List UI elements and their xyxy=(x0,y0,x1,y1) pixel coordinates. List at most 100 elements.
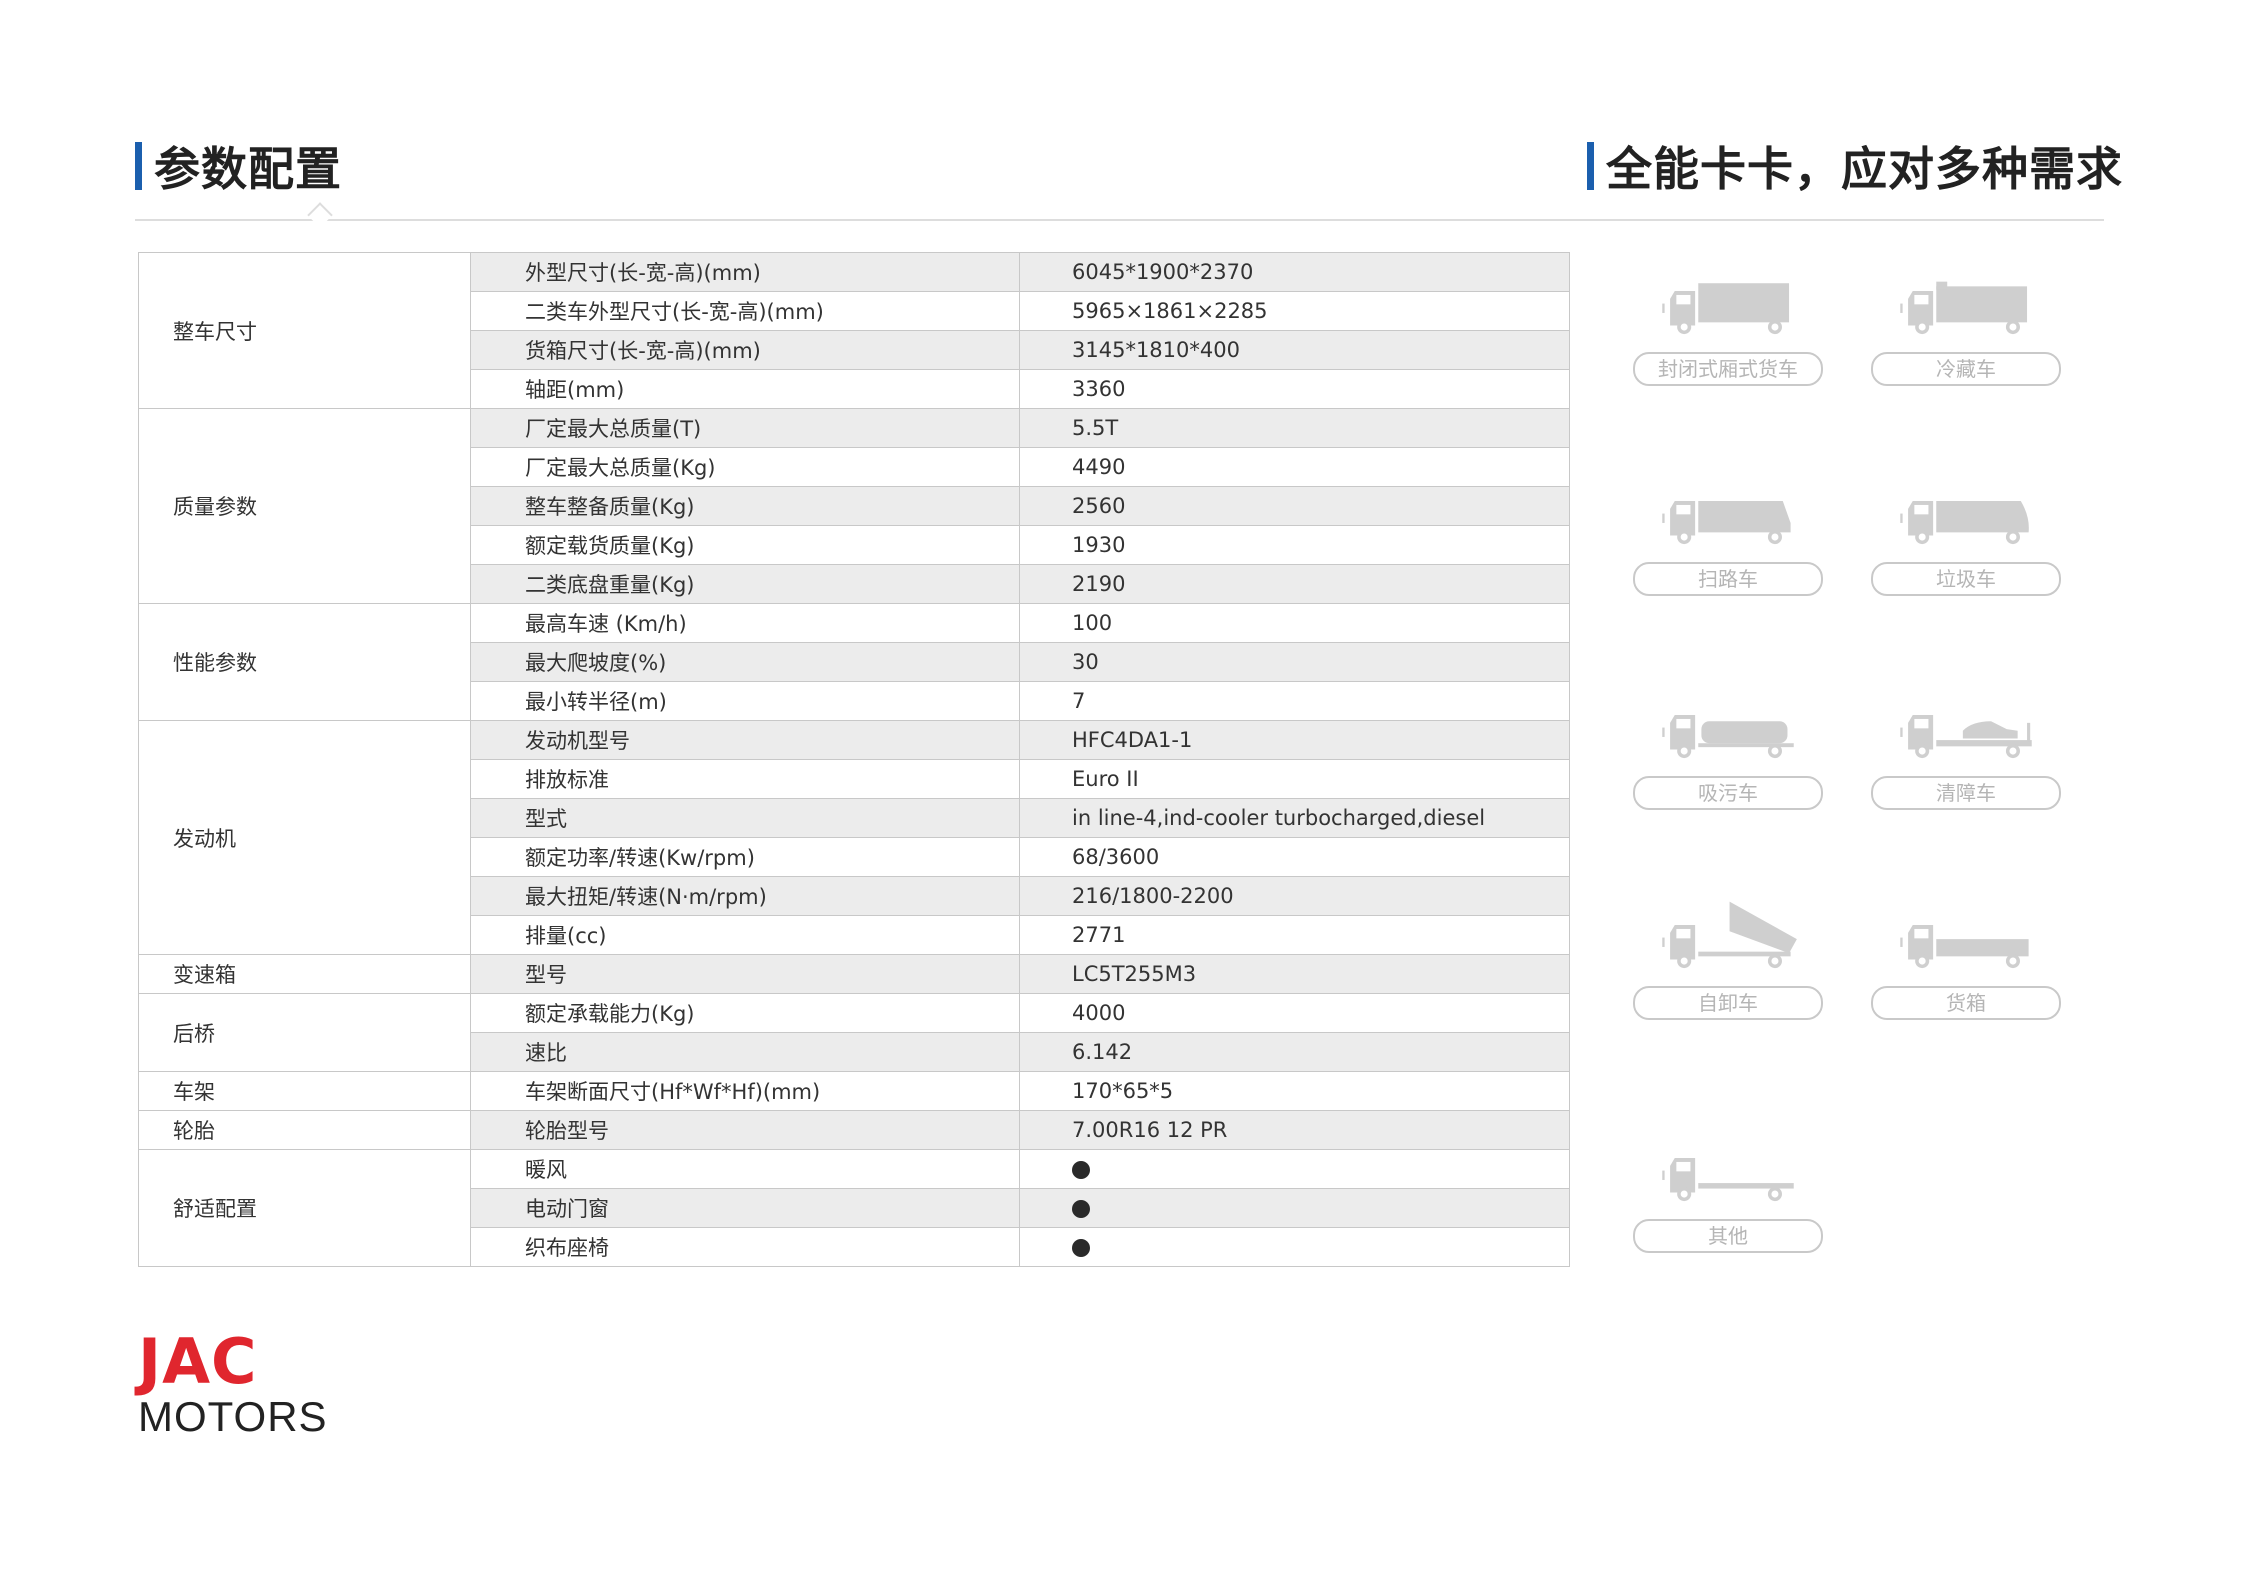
value-cell: 2771 xyxy=(1019,915,1570,955)
param-cell: 最大扭矩/转速(N·m/rpm) xyxy=(470,876,1020,916)
category-cell: 舒适配置 xyxy=(138,1149,471,1267)
section-title-slogan: 全能卡卡，应对多种需求 xyxy=(1587,138,2123,196)
category-cell: 变速箱 xyxy=(138,954,471,994)
street-sweeper-icon xyxy=(1662,501,1791,545)
vehicle-label: 封闭式厢式货车 xyxy=(1633,352,1823,386)
param-cell: 二类车外型尺寸(长-宽-高)(mm) xyxy=(470,291,1020,331)
param-cell: 轴距(mm) xyxy=(470,369,1020,409)
category-cell: 发动机 xyxy=(138,720,471,955)
param-cell: 货箱尺寸(长-宽-高)(mm) xyxy=(470,330,1020,370)
section-title-params: 参数配置 xyxy=(135,138,342,196)
value-cell: 4490 xyxy=(1019,447,1570,487)
category-cell: 后桥 xyxy=(138,993,471,1072)
table-row: 性能参数 最高车速 (Km/h) 100 xyxy=(138,603,1570,721)
param-cell: 额定功率/转速(Kw/rpm) xyxy=(470,837,1020,877)
title-accent-bar xyxy=(135,142,142,190)
param-cell: 车架断面尺寸(Hf*Wf*Hf)(mm) xyxy=(470,1071,1020,1111)
standard-feature-dot: ● xyxy=(1072,1239,1090,1257)
vehicle-label: 垃圾车 xyxy=(1871,562,2061,596)
table-row: 轮胎 轮胎型号 7.00R16 12 PR xyxy=(138,1110,1570,1150)
value-cell: 3145*1810*400 xyxy=(1019,330,1570,370)
table-row: 整车尺寸 外型尺寸(长-宽-高)(mm) 6045*1900*2370 xyxy=(138,252,1570,409)
param-cell: 最小转半径(m) xyxy=(470,681,1020,721)
vehicle-label: 冷藏车 xyxy=(1871,352,2061,386)
param-cell: 厂定最大总质量(Kg) xyxy=(470,447,1020,487)
dump-truck-icon xyxy=(1662,901,1797,969)
value-cell: 3360 xyxy=(1019,369,1570,409)
vehicle-card: 封闭式厢式货车 xyxy=(1633,266,1823,386)
param-cell: 轮胎型号 xyxy=(470,1110,1020,1150)
vehicle-card: 其他 xyxy=(1633,1133,1823,1253)
value-cell: 1930 xyxy=(1019,525,1570,565)
param-cell: 外型尺寸(长-宽-高)(mm) xyxy=(470,252,1020,292)
param-cell: 额定载货质量(Kg) xyxy=(470,525,1020,565)
value-cell: 6045*1900*2370 xyxy=(1019,252,1570,292)
param-cell: 额定承载能力(Kg) xyxy=(470,993,1020,1033)
value-cell: 5965×1861×2285 xyxy=(1019,291,1570,331)
standard-feature-dot: ● xyxy=(1072,1200,1090,1218)
table-row: 舒适配置暖风 ● xyxy=(138,1149,1570,1267)
header-divider-notch xyxy=(307,202,333,228)
value-cell: Euro II xyxy=(1019,759,1570,799)
value-cell: 5.5T xyxy=(1019,408,1570,448)
vehicle-label: 扫路车 xyxy=(1633,562,1823,596)
spec-table: 整车尺寸 外型尺寸(长-宽-高)(mm) 6045*1900*2370 二类车外型尺寸… xyxy=(138,252,1570,1267)
tanker-truck-icon xyxy=(1662,715,1794,759)
value-cell: in line-4,ind-cooler turbocharged,diesel xyxy=(1019,798,1570,838)
value-cell: ● xyxy=(1019,1149,1570,1189)
value-cell: 68/3600 xyxy=(1019,837,1570,877)
standard-feature-dot: ● xyxy=(1072,1161,1090,1179)
value-cell: 30 xyxy=(1019,642,1570,682)
page-title: 参数配置 xyxy=(154,142,342,196)
jac-motors-logo: JAC MOTORS xyxy=(138,1330,328,1440)
param-cell: 二类底盘重量(Kg) xyxy=(470,564,1020,604)
table-row: 后桥 额定承载能力(Kg) 4000 xyxy=(138,993,1570,1072)
param-cell: 最大爬坡度(%) xyxy=(470,642,1020,682)
category-cell: 车架 xyxy=(138,1071,471,1111)
vehicle-card: 扫路车 xyxy=(1633,476,1823,596)
vehicle-card: 垃圾车 xyxy=(1871,476,2061,596)
tow-truck-icon xyxy=(1900,715,2032,759)
vehicle-label: 货箱 xyxy=(1871,986,2061,1020)
cargo-truck-icon xyxy=(1900,925,2029,969)
value-cell: 7 xyxy=(1019,681,1570,721)
refrigerated-truck-icon xyxy=(1900,281,2028,335)
vehicle-card: 冷藏车 xyxy=(1871,266,2061,386)
logo-motors: MOTORS xyxy=(138,1393,328,1440)
vehicle-card: 清障车 xyxy=(1871,690,2061,810)
param-cell: 发动机型号 xyxy=(470,720,1020,760)
value-cell: 216/1800-2200 xyxy=(1019,876,1570,916)
param-cell: 厂定最大总质量(T) xyxy=(470,408,1020,448)
param-cell: 电动门窗 xyxy=(470,1188,1020,1228)
param-cell: 整车整备质量(Kg) xyxy=(470,486,1020,526)
value-cell: LC5T255M3 xyxy=(1019,954,1570,994)
vehicle-card: 吸污车 xyxy=(1633,690,1823,810)
table-row: 车架 车架断面尺寸(Hf*Wf*Hf)(mm) 170*65*5 xyxy=(138,1071,1570,1111)
value-cell: HFC4DA1-1 xyxy=(1019,720,1570,760)
param-cell: 暖风 xyxy=(470,1149,1020,1189)
vehicle-label: 吸污车 xyxy=(1633,776,1823,810)
param-cell: 型号 xyxy=(470,954,1020,994)
value-cell: 7.00R16 12 PR xyxy=(1019,1110,1570,1150)
table-row: 质量参数 厂定最大总质量(T) 5.5T xyxy=(138,408,1570,604)
value-cell: 2560 xyxy=(1019,486,1570,526)
param-cell: 型式 xyxy=(470,798,1020,838)
table-row: 变速箱 型号 LC5T255M3 xyxy=(138,954,1570,994)
param-cell: 织布座椅 xyxy=(470,1227,1020,1267)
header-divider xyxy=(135,219,2104,221)
title-accent-bar xyxy=(1587,142,1594,190)
value-cell: ● xyxy=(1019,1227,1570,1267)
category-cell: 性能参数 xyxy=(138,603,471,721)
value-cell: 2190 xyxy=(1019,564,1570,604)
garbage-truck-icon xyxy=(1900,501,2029,545)
value-cell: 4000 xyxy=(1019,993,1570,1033)
value-cell: 6.142 xyxy=(1019,1032,1570,1072)
param-cell: 最高车速 (Km/h) xyxy=(470,603,1020,643)
table-row: 发动机 发动机型号 HFC4DA1-1 xyxy=(138,720,1570,955)
vehicle-card: 货箱 xyxy=(1871,900,2061,1020)
category-cell: 轮胎 xyxy=(138,1110,471,1150)
value-cell: 100 xyxy=(1019,603,1570,643)
box-truck-icon xyxy=(1662,283,1790,335)
slogan-title: 全能卡卡，应对多种需求 xyxy=(1606,142,2123,196)
param-cell: 排放标准 xyxy=(470,759,1020,799)
